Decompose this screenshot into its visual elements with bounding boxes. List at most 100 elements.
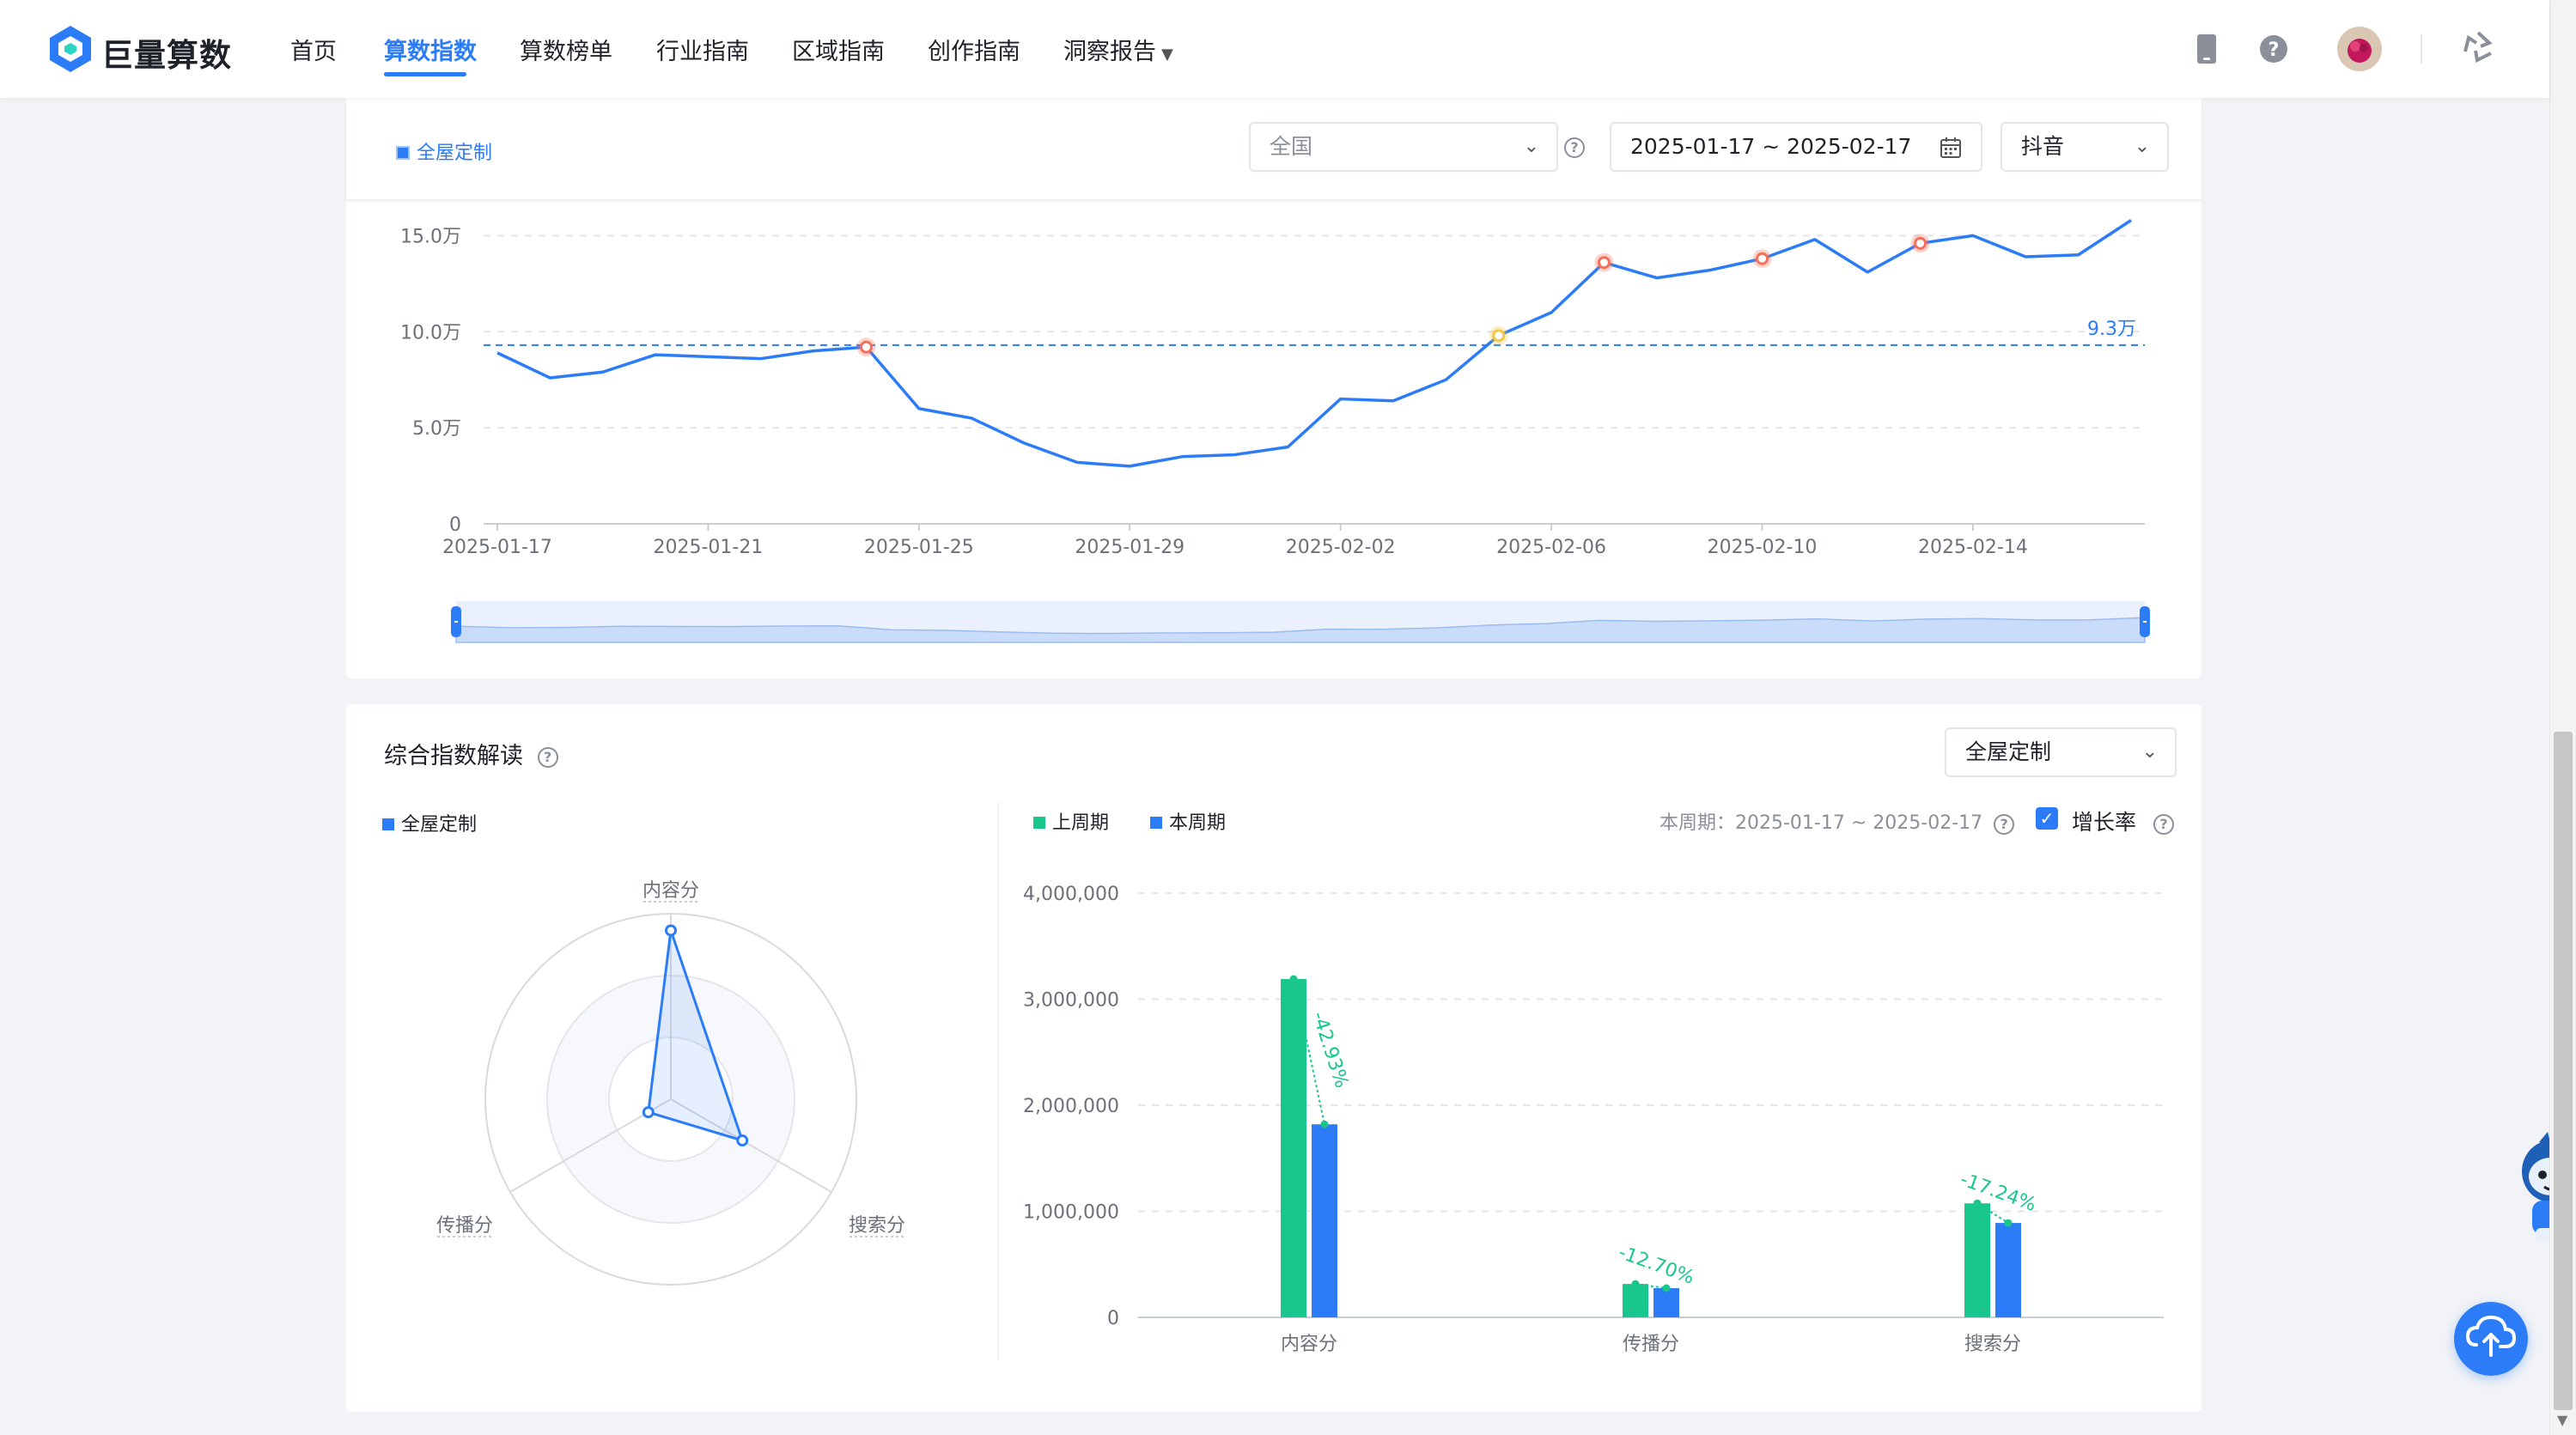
trend-x-tick-label: 2025-02-02 xyxy=(1286,537,1396,558)
period-help-icon[interactable]: ? xyxy=(1994,814,2015,835)
bar-current-period xyxy=(1312,1124,1337,1317)
insight-keyword-value: 全屋定制 xyxy=(1965,739,2052,764)
trend-x-tick-label: 2025-01-25 xyxy=(864,537,974,558)
nav-item-index[interactable]: 算数指数 xyxy=(384,33,477,66)
trend-y-tick-label: 5.0万 xyxy=(412,418,461,440)
caret-down-icon: ▼ xyxy=(1161,46,1173,64)
insight-help-icon[interactable]: ? xyxy=(537,747,558,768)
growth-rate-label: 增长率 xyxy=(2072,810,2137,835)
bar-legend-current-swatch xyxy=(1150,817,1162,829)
trend-series-line xyxy=(496,219,2132,468)
bar-y-tick-label: 1,000,000 xyxy=(1023,1202,1119,1224)
region-select[interactable]: 全国 ⌄ xyxy=(1249,122,1558,172)
radar-chart[interactable]: 内容分搜索分 传播分 xyxy=(346,850,997,1365)
radar-axis-label: 传播分 xyxy=(436,1215,493,1237)
calendar-icon xyxy=(1940,137,1961,158)
bar-legend-previous-swatch xyxy=(1033,817,1045,829)
region-select-value: 全国 xyxy=(1270,134,1313,159)
trend-event-marker xyxy=(1914,236,1927,250)
mobile-app-icon[interactable] xyxy=(2195,33,2218,65)
bar-legend-previous[interactable]: 上周期 xyxy=(1033,807,1109,835)
app-switch-icon[interactable] xyxy=(2458,27,2498,67)
bar-y-tick-label: 4,000,000 xyxy=(1023,884,1119,905)
insight-section-title: 综合指数解读 ? xyxy=(384,737,558,770)
trend-line-chart[interactable]: 0 5.0万 10.0万 15.0万 2025-01-17 2025-01-21 2025-… xyxy=(346,199,2201,678)
trend-event-marker xyxy=(1597,256,1611,270)
bar-category-label: 内容分 xyxy=(1281,1334,1337,1355)
nav-divider xyxy=(2421,34,2422,64)
period-text: 本周期：2025-01-17 ~ 2025-02-17 xyxy=(1659,812,1983,834)
bar-y-tick-label: 2,000,000 xyxy=(1023,1096,1119,1117)
bar-current-period xyxy=(1653,1288,1679,1317)
region-help-icon[interactable]: ? xyxy=(1564,137,1585,158)
radar-point xyxy=(642,1106,655,1119)
trend-x-tick-label: 2025-01-21 xyxy=(653,537,763,558)
chevron-down-icon: ⌄ xyxy=(1523,136,1539,157)
trend-average-label: 9.3万 xyxy=(2087,319,2136,340)
user-avatar[interactable] xyxy=(2336,26,2383,72)
radar-legend-item[interactable]: 全屋定制 xyxy=(382,809,477,836)
trend-y-tick-label: 15.0万 xyxy=(400,226,461,247)
api-cloud-button[interactable] xyxy=(2454,1302,2528,1376)
bar-y-tick-label: 3,000,000 xyxy=(1023,990,1119,1012)
growth-rate-checkbox[interactable]: ✓ xyxy=(2036,807,2058,830)
growth-rate-label: -42.93% xyxy=(1307,1009,1352,1091)
help-icon[interactable]: ? xyxy=(2259,34,2288,64)
growth-rate-label: -12.70% xyxy=(1616,1242,1697,1289)
filter-bar: 全屋定制 全国 ⌄ ? 2025-01-17 ~ 2025-02-17 抖音 ⌄ xyxy=(346,98,2201,201)
date-range-picker[interactable]: 2025-01-17 ~ 2025-02-17 xyxy=(1610,122,1982,172)
growth-rate-help-icon[interactable]: ? xyxy=(2153,814,2174,835)
radar-point xyxy=(665,924,677,937)
brand-logo[interactable]: 巨量算数 xyxy=(46,22,235,76)
radar-point xyxy=(736,1134,749,1147)
radar-legend-swatch xyxy=(382,818,394,830)
chevron-down-icon: ⌄ xyxy=(2141,741,2158,763)
scroll-down-arrow-icon[interactable]: ▼ xyxy=(2557,1412,2567,1428)
platform-select-value: 抖音 xyxy=(2021,134,2065,159)
trend-y-tick-label: 10.0万 xyxy=(400,322,461,344)
nav-active-underline xyxy=(384,72,466,76)
trend-x-tick-label: 2025-02-14 xyxy=(1918,537,2028,558)
nav-item-industry-guide[interactable]: 行业指南 xyxy=(656,33,749,66)
bar-previous-period xyxy=(1281,979,1306,1317)
platform-select[interactable]: 抖音 ⌄ xyxy=(2001,122,2169,172)
bar-legend-current-label: 本周期 xyxy=(1169,812,1227,834)
trend-x-tick-label: 2025-02-10 xyxy=(1708,537,1818,558)
bar-current-period xyxy=(1995,1223,2021,1317)
radar-axis-label: 内容分 xyxy=(642,880,699,902)
bar-previous-period xyxy=(1623,1284,1648,1317)
bar-category-label: 传播分 xyxy=(1623,1334,1679,1355)
trend-x-tick-label: 2025-01-17 xyxy=(442,537,552,558)
bar-previous-period xyxy=(1964,1203,1990,1317)
trend-x-tick-label: 2025-02-06 xyxy=(1496,537,1606,558)
nav-item-insight-report[interactable]: 洞察报告 ▼ xyxy=(1063,33,1173,66)
keyword-legend-tag[interactable]: 全屋定制 xyxy=(396,137,492,165)
top-navigation-bar: 巨量算数 首页 算数指数 算数榜单 行业指南 区域指南 创作指南 洞察报告 ▼ ? xyxy=(0,0,2549,98)
svg-text:?: ? xyxy=(2268,40,2280,61)
scrollbar-thumb[interactable] xyxy=(2554,732,2573,1410)
bar-legend-current[interactable]: 本周期 xyxy=(1150,807,1226,835)
trend-y-tick-label: 0 xyxy=(449,514,461,536)
date-range-value: 2025-01-17 ~ 2025-02-17 xyxy=(1630,134,1912,159)
brand-name: 巨量算数 xyxy=(101,37,232,74)
brand-logo-icon xyxy=(50,26,91,72)
nav-item-home[interactable]: 首页 xyxy=(290,33,337,66)
chevron-down-icon: ⌄ xyxy=(2134,136,2150,157)
bar-legend-previous-label: 上周期 xyxy=(1052,812,1110,834)
nav-item-region-guide[interactable]: 区域指南 xyxy=(792,33,885,66)
keyword-legend-label: 全屋定制 xyxy=(417,143,493,164)
trend-x-tick-label: 2025-01-29 xyxy=(1075,537,1184,558)
keyword-legend-swatch xyxy=(396,146,410,160)
bar-y-tick-label: 0 xyxy=(1107,1308,1119,1329)
comparison-bar-chart[interactable]: 0 1,000,000 2,000,000 3,000,000 4,000,000 -42… xyxy=(999,850,2201,1383)
period-info: 本周期：2025-01-17 ~ 2025-02-17 ? xyxy=(1659,807,2015,835)
trend-event-marker xyxy=(1492,329,1506,343)
growth-rate-toggle[interactable]: 增长率 ? xyxy=(2072,806,2174,836)
trend-event-marker xyxy=(859,340,873,354)
nav-item-rankings[interactable]: 算数榜单 xyxy=(520,33,612,66)
bar-category-label: 搜索分 xyxy=(1964,1334,2021,1355)
insight-keyword-select[interactable]: 全屋定制 ⌄ xyxy=(1945,727,2177,777)
nav-item-creator-guide[interactable]: 创作指南 xyxy=(928,33,1020,66)
page-scrollbar[interactable]: ▼ xyxy=(2549,0,2576,1435)
trend-event-marker xyxy=(1756,252,1769,265)
